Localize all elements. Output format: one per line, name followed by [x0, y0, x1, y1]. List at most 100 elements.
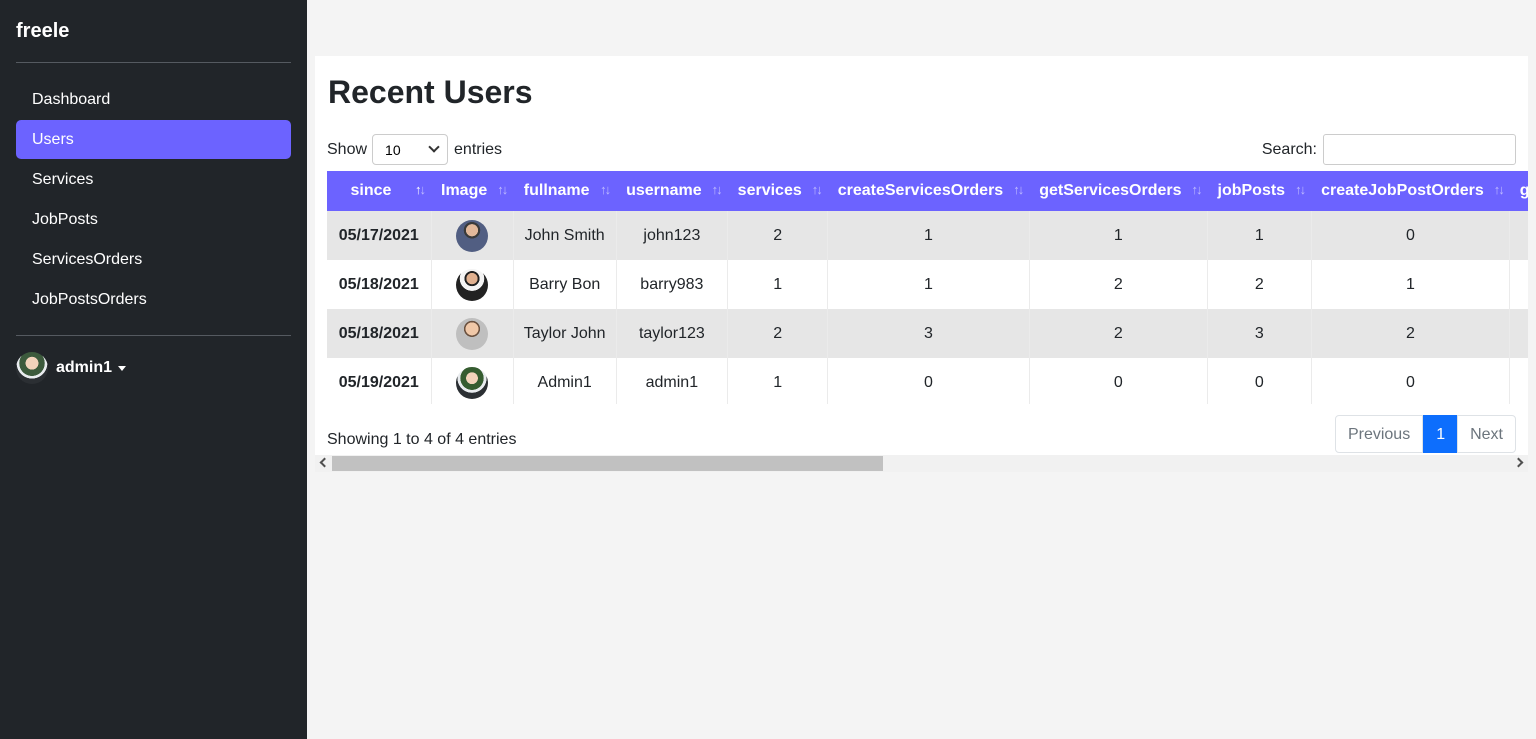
column-header-image[interactable]: Image ↑↓ [431, 171, 514, 211]
avatar [456, 268, 489, 301]
caret-down-icon [118, 365, 127, 371]
column-header-createjobpostorders[interactable]: createJobPostOrders ↑↓ [1311, 171, 1510, 211]
cell-getservicesorders: 0 [1029, 358, 1209, 404]
cell-createjobpostorders: 1 [1311, 260, 1511, 309]
table-info: Showing 1 to 4 of 4 entries [327, 431, 517, 448]
cell-createjobpostorders: 0 [1311, 211, 1511, 260]
cell-createjobpostorders: 0 [1311, 358, 1511, 404]
cell-getjobpostorders [1509, 358, 1528, 404]
column-header-username[interactable]: username ↑↓ [616, 171, 728, 211]
cell-image [431, 211, 514, 260]
cell-username: barry983 [616, 260, 729, 309]
avatar [456, 317, 489, 350]
pagination: Previous 1 Next [1334, 415, 1516, 453]
sidebar: freele Dashboard Users Services JobPosts… [0, 0, 307, 739]
table-header-row: since ↑↓ Image ↑↓ fullname ↑↓ username ↑↓ se… [327, 171, 1528, 211]
cell-image [431, 260, 514, 309]
cell-jobposts: 2 [1207, 260, 1312, 309]
sort-icon: ↑↓ [1493, 182, 1505, 197]
cell-services: 2 [727, 309, 829, 358]
sort-icon: ↑↓ [497, 182, 508, 197]
cell-since: 05/19/2021 [327, 358, 432, 404]
cell-fullname: Barry Bon [513, 260, 617, 309]
cell-getservicesorders: 1 [1029, 211, 1209, 260]
sort-icon: ↑↓ [1295, 182, 1306, 197]
horizontal-scrollbar[interactable] [315, 455, 1528, 472]
scroll-left-icon[interactable] [319, 457, 330, 468]
sidebar-item-servicesorders[interactable]: ServicesOrders [16, 240, 291, 279]
cell-since: 05/18/2021 [327, 309, 432, 358]
page-title: Recent Users [328, 74, 533, 110]
avatar [16, 352, 48, 384]
scrollbar-thumb[interactable] [332, 456, 883, 471]
entries-length: Show 10 entries [327, 134, 502, 165]
sort-icon: ↑↓ [811, 182, 823, 197]
cell-createservicesorders: 3 [827, 309, 1030, 358]
avatar [456, 366, 489, 399]
cell-getjobpostorders [1509, 260, 1528, 309]
entries-select-wrapper: 10 [367, 134, 454, 165]
table-row: 05/19/2021 Admin1 admin1 1 0 0 0 0 [327, 358, 1528, 404]
cell-jobposts: 3 [1207, 309, 1312, 358]
next-button[interactable]: Next [1457, 415, 1516, 453]
sort-icon: ↑↓ [1191, 182, 1203, 197]
sidebar-divider [16, 335, 291, 336]
cell-username: taylor123 [616, 309, 729, 358]
users-table: since ↑↓ Image ↑↓ fullname ↑↓ username ↑↓ se… [327, 171, 1528, 404]
cell-createjobpostorders: 2 [1311, 309, 1511, 358]
cell-jobposts: 0 [1207, 358, 1312, 404]
sort-icon: ↑↓ [415, 182, 426, 197]
cell-getservicesorders: 2 [1029, 309, 1209, 358]
cell-services: 1 [727, 358, 829, 404]
column-header-services[interactable]: services ↑↓ [727, 171, 828, 211]
cell-fullname: John Smith [513, 211, 617, 260]
previous-button[interactable]: Previous [1334, 415, 1424, 453]
entries-select[interactable]: 10 [372, 134, 449, 165]
cell-username: john123 [616, 211, 729, 260]
sidebar-nav: Dashboard Users Services JobPosts Servic… [16, 80, 291, 320]
users-card: Recent Users Show 10 entries Search: sin… [315, 56, 1528, 456]
cell-image [431, 309, 514, 358]
sidebar-item-jobpostsorders[interactable]: JobPostsOrders [16, 280, 291, 319]
user-menu[interactable]: admin1 [16, 352, 127, 384]
sidebar-item-users[interactable]: Users [16, 120, 291, 159]
user-name: admin1 [56, 359, 113, 376]
cell-image [431, 358, 514, 404]
sort-icon: ↑↓ [600, 182, 611, 197]
sidebar-item-jobposts[interactable]: JobPosts [16, 200, 291, 239]
cell-createservicesorders: 0 [827, 358, 1030, 404]
column-header-getjobpostorders[interactable]: getJobPostOrders↑↓ [1509, 171, 1528, 211]
table-row: 05/18/2021 Barry Bon barry983 1 1 2 2 1 [327, 260, 1528, 309]
table-row: 05/18/2021 Taylor John taylor123 2 3 2 3… [327, 309, 1528, 358]
sidebar-item-dashboard[interactable]: Dashboard [16, 80, 291, 119]
search-filter: Search: [1262, 134, 1516, 165]
scroll-right-icon[interactable] [1513, 457, 1524, 468]
sidebar-item-services[interactable]: Services [16, 160, 291, 199]
sort-icon: ↑↓ [1013, 182, 1024, 197]
table-row: 05/17/2021 John Smith john123 2 1 1 1 0 [327, 211, 1528, 260]
sort-icon: ↑↓ [711, 182, 723, 197]
column-header-fullname[interactable]: fullname ↑↓ [513, 171, 617, 211]
cell-getservicesorders: 2 [1029, 260, 1209, 309]
column-header-getservicesorders[interactable]: getServicesOrders ↑↓ [1029, 171, 1208, 211]
sidebar-divider [16, 62, 291, 63]
cell-jobposts: 1 [1207, 211, 1312, 260]
cell-fullname: Taylor John [513, 309, 617, 358]
page-button-1[interactable]: 1 [1423, 415, 1459, 453]
cell-services: 2 [727, 211, 829, 260]
brand-logo[interactable]: freele [16, 20, 69, 43]
cell-since: 05/17/2021 [327, 211, 432, 260]
column-header-createservicesorders[interactable]: createServicesOrders ↑↓ [827, 171, 1030, 211]
cell-createservicesorders: 1 [827, 211, 1030, 260]
cell-since: 05/18/2021 [327, 260, 432, 309]
entries-label: entries [454, 140, 503, 158]
cell-fullname: Admin1 [513, 358, 617, 404]
avatar [456, 219, 489, 252]
search-label: Search: [1261, 140, 1317, 158]
column-header-since[interactable]: since ↑↓ [327, 171, 431, 211]
search-input[interactable] [1323, 134, 1516, 165]
column-header-jobposts[interactable]: jobPosts ↑↓ [1207, 171, 1312, 211]
cell-services: 1 [727, 260, 829, 309]
cell-createservicesorders: 1 [827, 260, 1030, 309]
cell-username: admin1 [616, 358, 729, 404]
